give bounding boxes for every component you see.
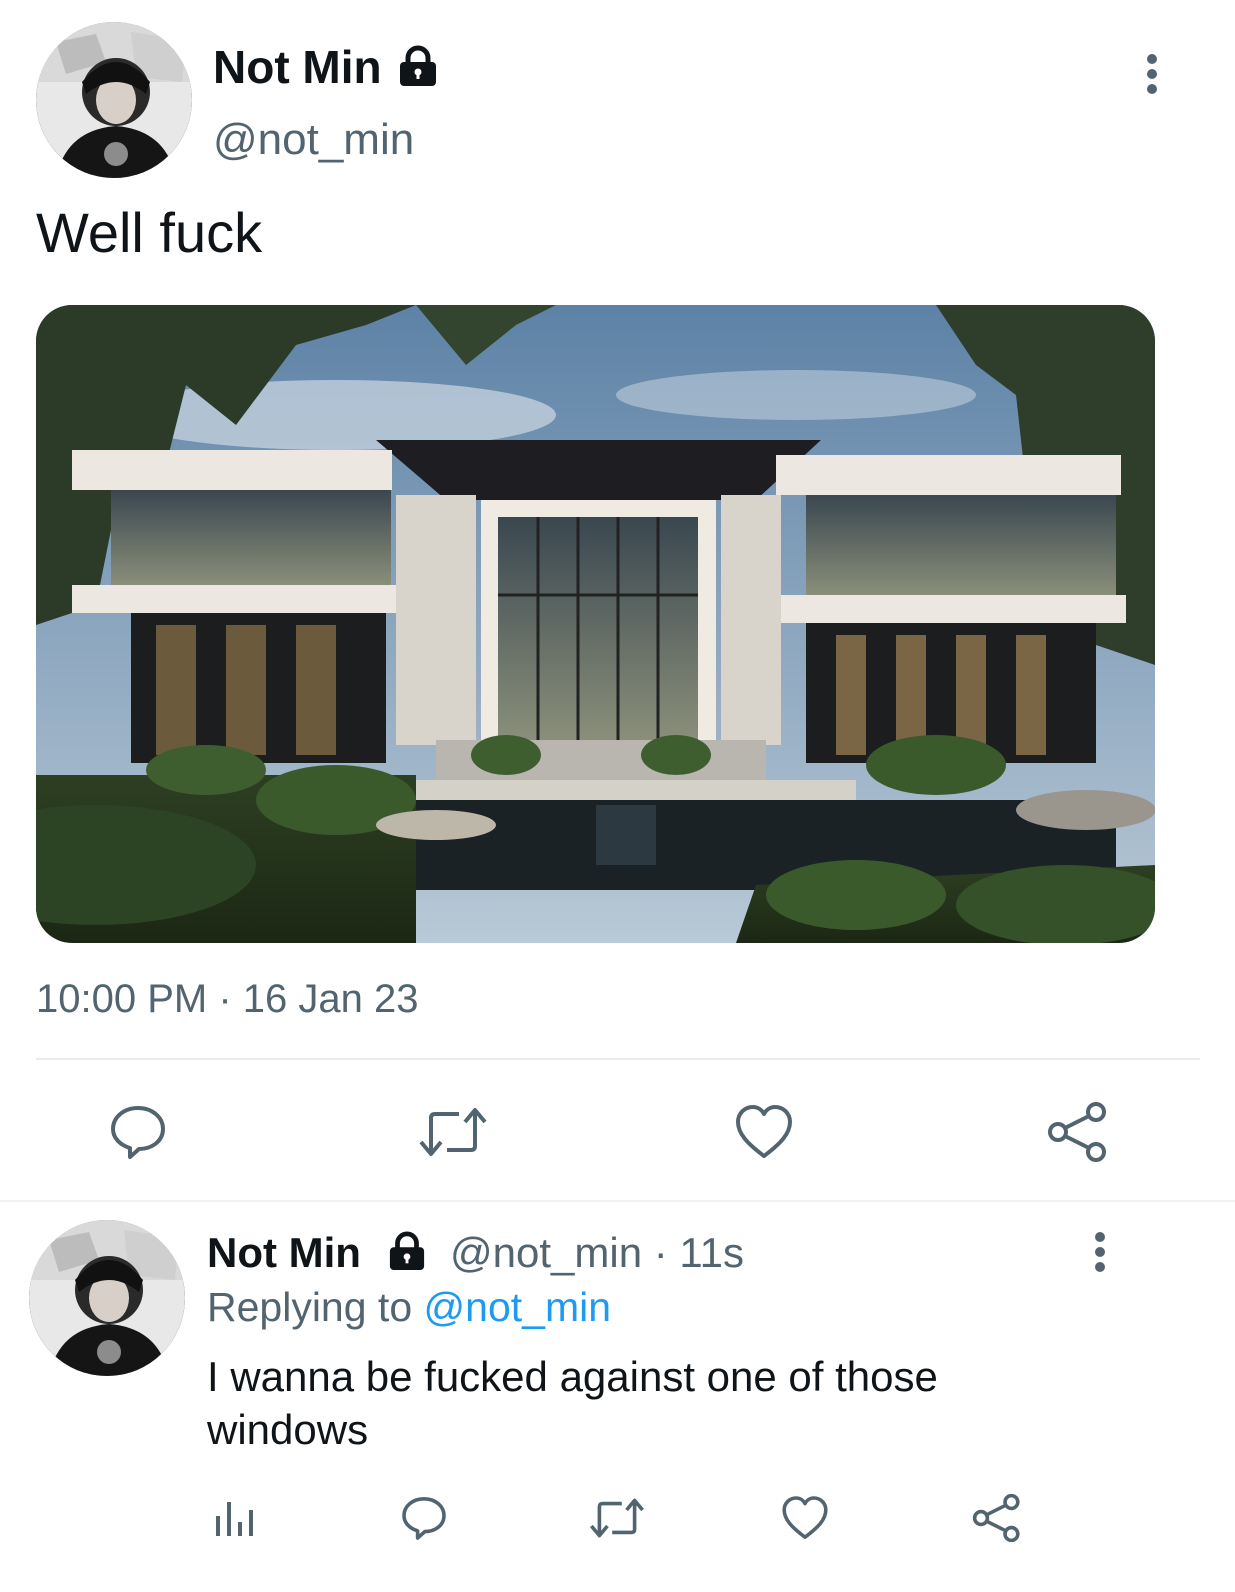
like-button[interactable]: [734, 1102, 794, 1162]
avatar-image: [36, 22, 192, 178]
more-vertical-icon[interactable]: [1088, 1228, 1112, 1278]
lock-icon: [388, 1231, 426, 1271]
author-handle[interactable]: @not_min: [213, 114, 414, 166]
reply-separator: ·: [653, 1229, 668, 1276]
reply-author-handle[interactable]: @not_min: [450, 1229, 642, 1276]
analytics-icon: [216, 1502, 253, 1536]
tweet-text: Well fuck: [36, 201, 263, 264]
retweet-icon: [590, 1498, 644, 1538]
more-vertical-icon[interactable]: [1140, 50, 1164, 100]
replying-to-label: Replying to: [207, 1284, 413, 1330]
share-icon: [1048, 1102, 1106, 1162]
timestamp-separator: ·: [218, 977, 232, 1021]
tweet-media-image[interactable]: [36, 305, 1155, 943]
reply-like-button[interactable]: [781, 1494, 829, 1542]
tweet-timestamp[interactable]: 10:00 PM · 16 Jan 23: [36, 975, 419, 1023]
replying-to-mention[interactable]: @not_min: [424, 1284, 611, 1330]
reply-retweet-button[interactable]: [588, 1494, 646, 1542]
analytics-button[interactable]: [212, 1496, 256, 1540]
reply-reply-button[interactable]: [400, 1494, 448, 1542]
reply-age[interactable]: 11s: [679, 1229, 744, 1276]
reply-meta: @not_min · 11s: [450, 1228, 744, 1278]
reply-icon: [402, 1497, 446, 1540]
author-avatar[interactable]: [36, 22, 192, 178]
author-name[interactable]: Not Min: [213, 40, 382, 94]
share-icon: [972, 1494, 1020, 1542]
tweet-date: 16 Jan 23: [242, 977, 419, 1021]
replying-to-line: Replying to @not_min: [207, 1282, 611, 1332]
reply-author-name[interactable]: Not Min: [207, 1228, 361, 1278]
lock-icon: [398, 45, 438, 87]
house-illustration: [36, 305, 1155, 943]
reply-text: I wanna be fucked against one of those w…: [207, 1353, 938, 1453]
reply-icon: [111, 1106, 165, 1159]
tweet-time: 10:00 PM: [36, 977, 208, 1021]
section-separator: [0, 1200, 1235, 1202]
avatar-image: [29, 1220, 185, 1376]
share-button[interactable]: [1046, 1102, 1110, 1162]
reply-author-avatar[interactable]: [29, 1220, 185, 1376]
heart-icon: [736, 1105, 792, 1158]
retweet-icon: [419, 1108, 487, 1156]
heart-icon: [782, 1496, 828, 1539]
reply-button[interactable]: [108, 1102, 168, 1162]
divider: [36, 1058, 1200, 1060]
retweet-button[interactable]: [417, 1102, 489, 1162]
reply-share-button[interactable]: [971, 1494, 1023, 1542]
